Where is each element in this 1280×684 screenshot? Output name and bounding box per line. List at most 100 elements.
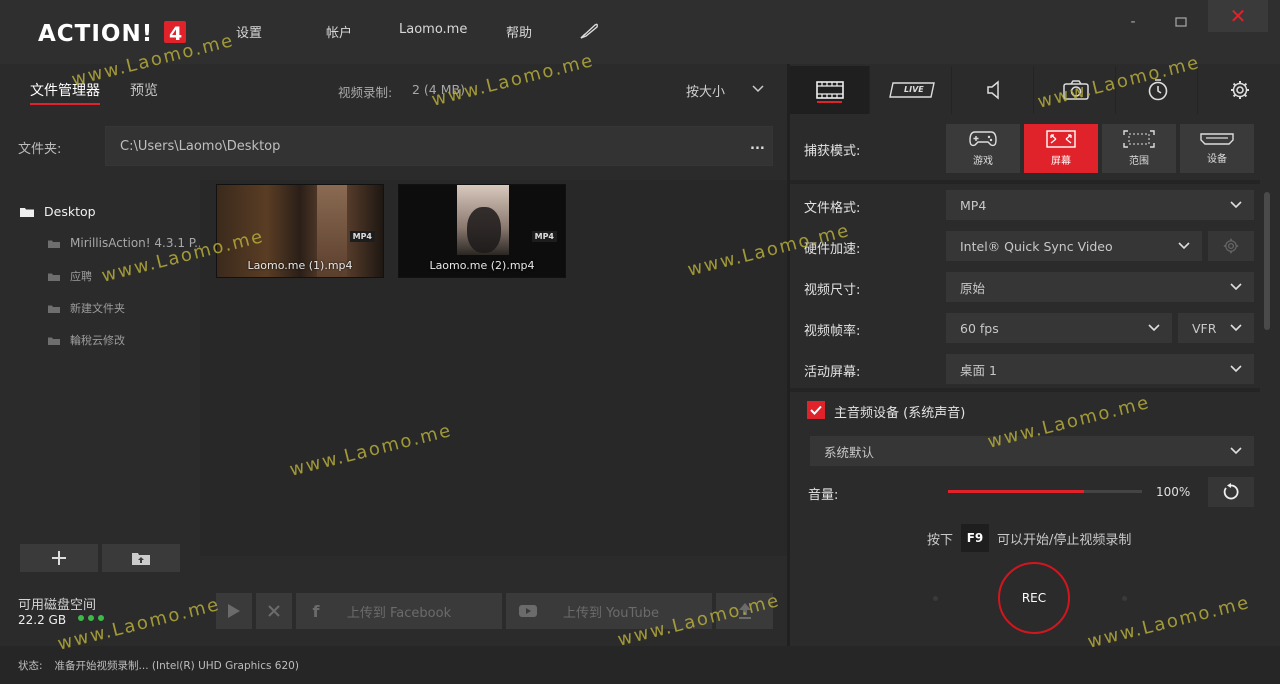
select-value: VFR bbox=[1192, 320, 1217, 336]
folder-path-field[interactable]: C:\Users\Laomo\Desktop bbox=[105, 126, 773, 166]
audio-device-select[interactable]: 系统默认 bbox=[810, 436, 1254, 466]
recording-count-value: 2 (4 MB) bbox=[412, 82, 465, 97]
gamepad-icon bbox=[969, 131, 997, 147]
framerate-mode-select[interactable]: VFR bbox=[1178, 313, 1254, 343]
upload-button[interactable] bbox=[716, 593, 773, 629]
browse-folder-button[interactable]: ... bbox=[750, 138, 765, 153]
rec-button[interactable]: REC bbox=[998, 562, 1070, 634]
folder-icon bbox=[20, 206, 34, 217]
tab-audio[interactable] bbox=[954, 66, 1034, 114]
close-icon bbox=[268, 605, 280, 617]
menu-account[interactable]: 帐户 bbox=[326, 22, 352, 41]
disk-space-value: 22.2 GB bbox=[18, 613, 67, 627]
maximize-button[interactable] bbox=[1166, 10, 1196, 34]
chevron-down-icon[interactable] bbox=[752, 85, 764, 93]
file-name: Laomo.me (1).mp4 bbox=[247, 259, 353, 272]
reset-volume-button[interactable] bbox=[1208, 477, 1254, 507]
add-folder-button[interactable] bbox=[20, 544, 98, 572]
folder-tree: Desktop MirillisAction! 4.3.1 P... 应聘 新建… bbox=[0, 180, 206, 540]
folder-upload-icon bbox=[132, 553, 150, 565]
tree-item-desktop[interactable]: Desktop bbox=[20, 204, 96, 219]
mode-label: 游戏 bbox=[973, 156, 993, 167]
mode-label: 设备 bbox=[1207, 154, 1227, 165]
upload-youtube-button[interactable]: 上传到 YouTube bbox=[506, 593, 712, 629]
tree-item-yingpin[interactable]: 应聘 bbox=[48, 268, 92, 284]
file-manager-header bbox=[0, 66, 787, 112]
tab-live[interactable]: LIVE bbox=[872, 66, 952, 114]
hotkey-prefix: 按下 bbox=[927, 532, 954, 548]
settings-scrollbar[interactable] bbox=[1264, 192, 1270, 330]
mode-label: 屏幕 bbox=[1051, 156, 1071, 167]
camera-icon bbox=[1062, 80, 1089, 100]
plus-icon bbox=[52, 551, 66, 565]
play-button[interactable] bbox=[216, 593, 252, 629]
hw-accel-select[interactable]: Intel® Quick Sync Video bbox=[946, 231, 1202, 261]
video-thumbnail[interactable]: MP4 Laomo.me (2).mp4 bbox=[398, 184, 566, 278]
chevron-down-icon bbox=[1230, 365, 1242, 373]
main-audio-checkbox[interactable] bbox=[807, 401, 825, 419]
menu-help[interactable]: 帮助 bbox=[506, 22, 532, 41]
feather-icon[interactable] bbox=[579, 22, 599, 40]
chevron-down-icon bbox=[1230, 283, 1242, 291]
hdmi-icon bbox=[1200, 133, 1234, 145]
volume-value: 100% bbox=[1156, 485, 1191, 499]
mode-game-button[interactable]: 游戏 bbox=[946, 124, 1020, 173]
divider bbox=[790, 388, 1260, 392]
video-thumbnail[interactable]: MP4 Laomo.me (1).mp4 bbox=[216, 184, 384, 278]
disk-space-label: 可用磁盘空间 bbox=[18, 598, 97, 613]
screen-icon bbox=[1046, 130, 1076, 148]
youtube-icon bbox=[506, 605, 550, 617]
tree-item-new-folder[interactable]: 新建文件夹 bbox=[48, 300, 125, 316]
hw-settings-button[interactable] bbox=[1208, 231, 1254, 261]
mode-device-button[interactable]: 设备 bbox=[1180, 124, 1254, 173]
minimize-button[interactable]: - bbox=[1118, 10, 1148, 34]
tab-schedule[interactable] bbox=[1118, 66, 1198, 114]
play-icon bbox=[228, 604, 240, 618]
folder-label: 文件夹: bbox=[18, 142, 62, 157]
capture-mode-label: 捕获模式: bbox=[804, 144, 861, 159]
menu-laomo[interactable]: Laomo.me bbox=[399, 22, 467, 37]
upload-facebook-label: 上传到 Facebook bbox=[346, 605, 452, 621]
sort-select[interactable]: 按大小 bbox=[686, 81, 725, 100]
delete-button[interactable] bbox=[256, 593, 292, 629]
tab-file-manager[interactable]: 文件管理器 bbox=[30, 80, 100, 105]
hw-accel-label: 硬件加速: bbox=[804, 242, 861, 257]
mode-screen-button[interactable]: 屏幕 bbox=[1024, 124, 1098, 173]
check-icon bbox=[810, 405, 822, 415]
video-size-label: 视频尺寸: bbox=[804, 283, 861, 298]
volume-slider[interactable] bbox=[948, 490, 1142, 493]
video-icon bbox=[815, 81, 844, 99]
tree-item-modify[interactable]: 輪稅云修改 bbox=[48, 332, 125, 348]
menu-settings[interactable]: 设置 bbox=[236, 22, 262, 41]
mode-region-button[interactable]: 范围 bbox=[1102, 124, 1176, 173]
open-folder-button[interactable] bbox=[102, 544, 180, 572]
close-button[interactable]: ✕ bbox=[1208, 0, 1268, 32]
folder-icon bbox=[48, 239, 60, 248]
tab-preview[interactable]: 预览 bbox=[130, 80, 158, 100]
upload-facebook-button[interactable]: f 上传到 Facebook bbox=[296, 593, 502, 629]
dot-icon bbox=[1122, 596, 1127, 601]
file-format-select[interactable]: MP4 bbox=[946, 190, 1254, 220]
dot-icon bbox=[933, 596, 938, 601]
tree-item-mirillis[interactable]: MirillisAction! 4.3.1 P... bbox=[48, 236, 206, 250]
tab-webcam[interactable] bbox=[1036, 66, 1116, 114]
tab-settings[interactable] bbox=[1200, 66, 1280, 114]
framerate-select[interactable]: 60 fps bbox=[946, 313, 1172, 343]
upload-icon bbox=[738, 603, 751, 619]
select-value: 原始 bbox=[960, 280, 986, 296]
tree-item-label: MirillisAction! 4.3.1 P... bbox=[70, 236, 206, 250]
gear-icon bbox=[1231, 81, 1249, 99]
main-audio-label: 主音频设备 (系统声音) bbox=[834, 406, 966, 421]
tab-video[interactable] bbox=[790, 66, 870, 114]
folder-icon bbox=[48, 304, 60, 313]
reset-icon bbox=[1223, 483, 1239, 500]
status-text: 准备开始视频录制... (Intel(R) UHD Graphics 620) bbox=[54, 659, 299, 672]
status-bar: 状态: 准备开始视频录制... (Intel(R) UHD Graphics 6… bbox=[0, 646, 1280, 684]
hotkey-key: F9 bbox=[961, 524, 990, 552]
active-screen-select[interactable]: 桌面 1 bbox=[946, 354, 1254, 384]
format-badge: MP4 bbox=[349, 231, 375, 242]
hotkey-hint: 按下 F9 可以开始/停止视频录制 bbox=[927, 524, 1131, 552]
video-size-select[interactable]: 原始 bbox=[946, 272, 1254, 302]
facebook-icon: f bbox=[312, 601, 320, 621]
app-logo: ACTION! 4 bbox=[38, 19, 188, 45]
